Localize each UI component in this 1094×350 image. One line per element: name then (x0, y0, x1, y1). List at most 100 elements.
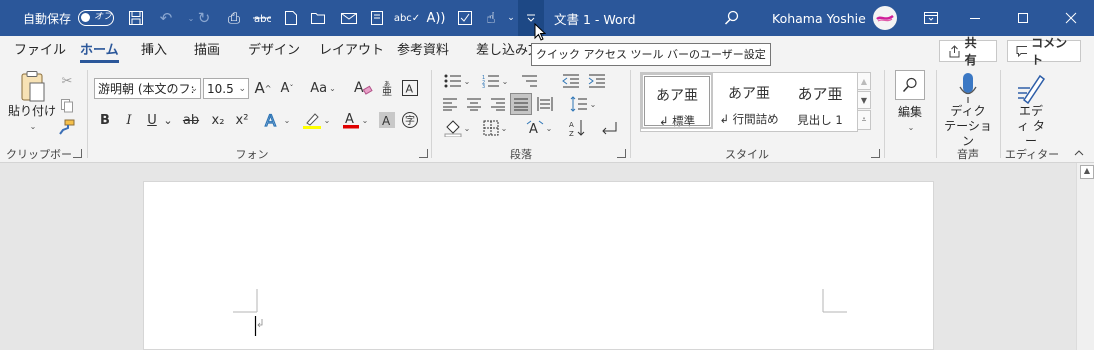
paragraph-launcher-icon[interactable] (617, 149, 626, 158)
close-icon[interactable] (1058, 0, 1084, 36)
font-color-button[interactable]: A ⌄ (338, 110, 372, 130)
highlight-button[interactable]: ⌄ (298, 110, 334, 130)
share-button[interactable]: 共有 (939, 36, 997, 67)
font-name-combo[interactable]: 游明朝 (本文のフ: ⌄ (94, 78, 201, 99)
avatar[interactable] (872, 0, 898, 36)
styles-launcher-icon[interactable] (871, 149, 880, 158)
style-heading-1[interactable]: あア亜 見出し 1 (785, 73, 855, 129)
maximize-icon[interactable] (1010, 0, 1036, 36)
tab-layout[interactable]: レイアウト (319, 36, 384, 66)
read-aloud-icon[interactable]: A)) (423, 0, 449, 36)
align-left-icon[interactable] (440, 94, 460, 114)
tab-draw[interactable]: 描画 (194, 36, 220, 66)
group-divider (1000, 70, 1001, 158)
shrink-font-button[interactable]: Aˇ (277, 78, 297, 98)
clipboard-launcher-icon[interactable] (73, 149, 82, 158)
italic-button[interactable]: I (120, 110, 138, 130)
styles-scroll-down-icon[interactable]: ▼ (857, 91, 871, 109)
mouse-pointer-icon (533, 22, 547, 42)
underline-dropdown-icon[interactable]: ⌄ (162, 110, 174, 130)
line-spacing-button[interactable]: ⌄ (566, 94, 600, 114)
styles-scroll-up-icon[interactable]: ▲ (857, 72, 871, 90)
show-marks-icon[interactable] (598, 118, 620, 138)
collapse-ribbon-icon[interactable] (1072, 146, 1086, 160)
increase-indent-icon[interactable] (586, 72, 608, 90)
font-launcher-icon[interactable] (419, 149, 428, 158)
numbering-button[interactable]: 1 2 3 ⌄ (478, 72, 512, 90)
subscript-button[interactable]: x₂ (207, 110, 229, 130)
editing-label: 編集 (897, 105, 922, 119)
editing-button[interactable]: 編集 ⌄ (891, 70, 929, 135)
strikethrough-button[interactable]: ab (180, 110, 202, 130)
borders-button[interactable]: ⌄ (478, 118, 512, 138)
tab-mailings[interactable]: 差し込み文 (476, 36, 532, 66)
svg-text:A: A (382, 114, 391, 128)
user-name[interactable]: Kohama Yoshie (772, 0, 867, 36)
editor-button[interactable]: エディ ター (1006, 70, 1056, 149)
editor-group-label: エディター (1004, 148, 1060, 161)
enclose-characters-icon[interactable]: 字 (400, 110, 420, 130)
character-border-icon[interactable]: A (400, 78, 420, 98)
shading-button[interactable]: ⌄ (440, 118, 474, 138)
tab-file[interactable]: ファイル (14, 36, 66, 66)
align-right-icon[interactable] (488, 94, 508, 114)
tab-references[interactable]: 参考資料 (397, 36, 449, 66)
tab-design[interactable]: デザイン (248, 36, 300, 66)
copy-icon[interactable] (58, 96, 76, 114)
share-label: 共有 (964, 36, 977, 67)
tab-home[interactable]: ホーム (80, 36, 119, 66)
multilevel-list-button[interactable] (516, 72, 542, 90)
document-page[interactable] (143, 181, 934, 350)
justify-icon[interactable] (510, 93, 532, 115)
open-folder-icon[interactable] (306, 0, 332, 36)
distributed-icon[interactable] (535, 94, 555, 114)
phonetic-guide-icon[interactable]: あ亜 (378, 78, 398, 98)
new-document-icon[interactable] (278, 0, 304, 36)
redo-icon[interactable]: ↻ (191, 0, 217, 36)
print-preview-icon[interactable]: ⎙ (221, 0, 247, 36)
underline-button[interactable]: U (143, 110, 161, 130)
group-divider (884, 70, 885, 158)
tab-insert[interactable]: 挿入 (141, 36, 167, 66)
checklist-icon[interactable] (452, 0, 478, 36)
bold-button[interactable]: B (96, 110, 114, 130)
strikethrough-icon[interactable]: abc (249, 0, 275, 36)
styles-more-icon[interactable]: ⩡ (857, 110, 871, 130)
print-icon[interactable] (364, 0, 390, 36)
format-painter-icon[interactable] (58, 118, 76, 136)
comments-label: コメント (1031, 36, 1068, 67)
ribbon-display-options-icon[interactable] (918, 0, 944, 36)
text-effects-button[interactable]: A ⌄ (260, 110, 294, 130)
align-center-icon[interactable] (464, 94, 484, 114)
bullets-button[interactable]: ⌄ (440, 72, 474, 90)
grow-font-button[interactable]: A ^ (253, 78, 273, 98)
paste-button[interactable]: 貼り付け ⌄ (8, 70, 56, 134)
clear-formatting-icon[interactable]: A (352, 78, 374, 98)
editor-label: エディ ター (1017, 104, 1045, 148)
undo-icon[interactable]: ↶ (153, 0, 179, 36)
comments-button[interactable]: コメント (1007, 36, 1081, 67)
sort-icon[interactable]: AZ (566, 118, 588, 138)
character-shading-icon[interactable]: A (377, 110, 397, 130)
group-divider (936, 70, 937, 158)
dictate-button[interactable]: ディク テーション (940, 70, 996, 149)
search-icon[interactable] (720, 0, 744, 36)
minimize-icon[interactable] (962, 0, 988, 36)
style-no-spacing[interactable]: あア亜 ↲ 行間詰め (713, 73, 785, 129)
asian-layout-button[interactable]: A ⌄ (522, 118, 556, 138)
style-normal[interactable]: あア亜 ↲ 標準 (641, 73, 713, 129)
decrease-indent-icon[interactable] (560, 72, 582, 90)
cut-icon[interactable]: ✂ (58, 72, 76, 90)
autosave-toggle[interactable]: オフ (78, 0, 114, 36)
vertical-scrollbar[interactable]: ▲ (1076, 163, 1094, 350)
spelling-icon[interactable]: abc✓ (394, 0, 420, 36)
email-icon[interactable] (336, 0, 362, 36)
save-icon[interactable] (123, 0, 149, 36)
scroll-up-icon[interactable]: ▲ (1080, 165, 1094, 179)
font-size-combo[interactable]: 10.5 ⌄ (203, 78, 249, 99)
svg-text:亜: 亜 (382, 87, 392, 97)
group-divider (431, 70, 432, 158)
change-case-button[interactable]: Aa ⌄ (306, 78, 340, 98)
paragraph-group-label: 段落 (510, 148, 532, 161)
superscript-button[interactable]: x² (231, 110, 253, 130)
